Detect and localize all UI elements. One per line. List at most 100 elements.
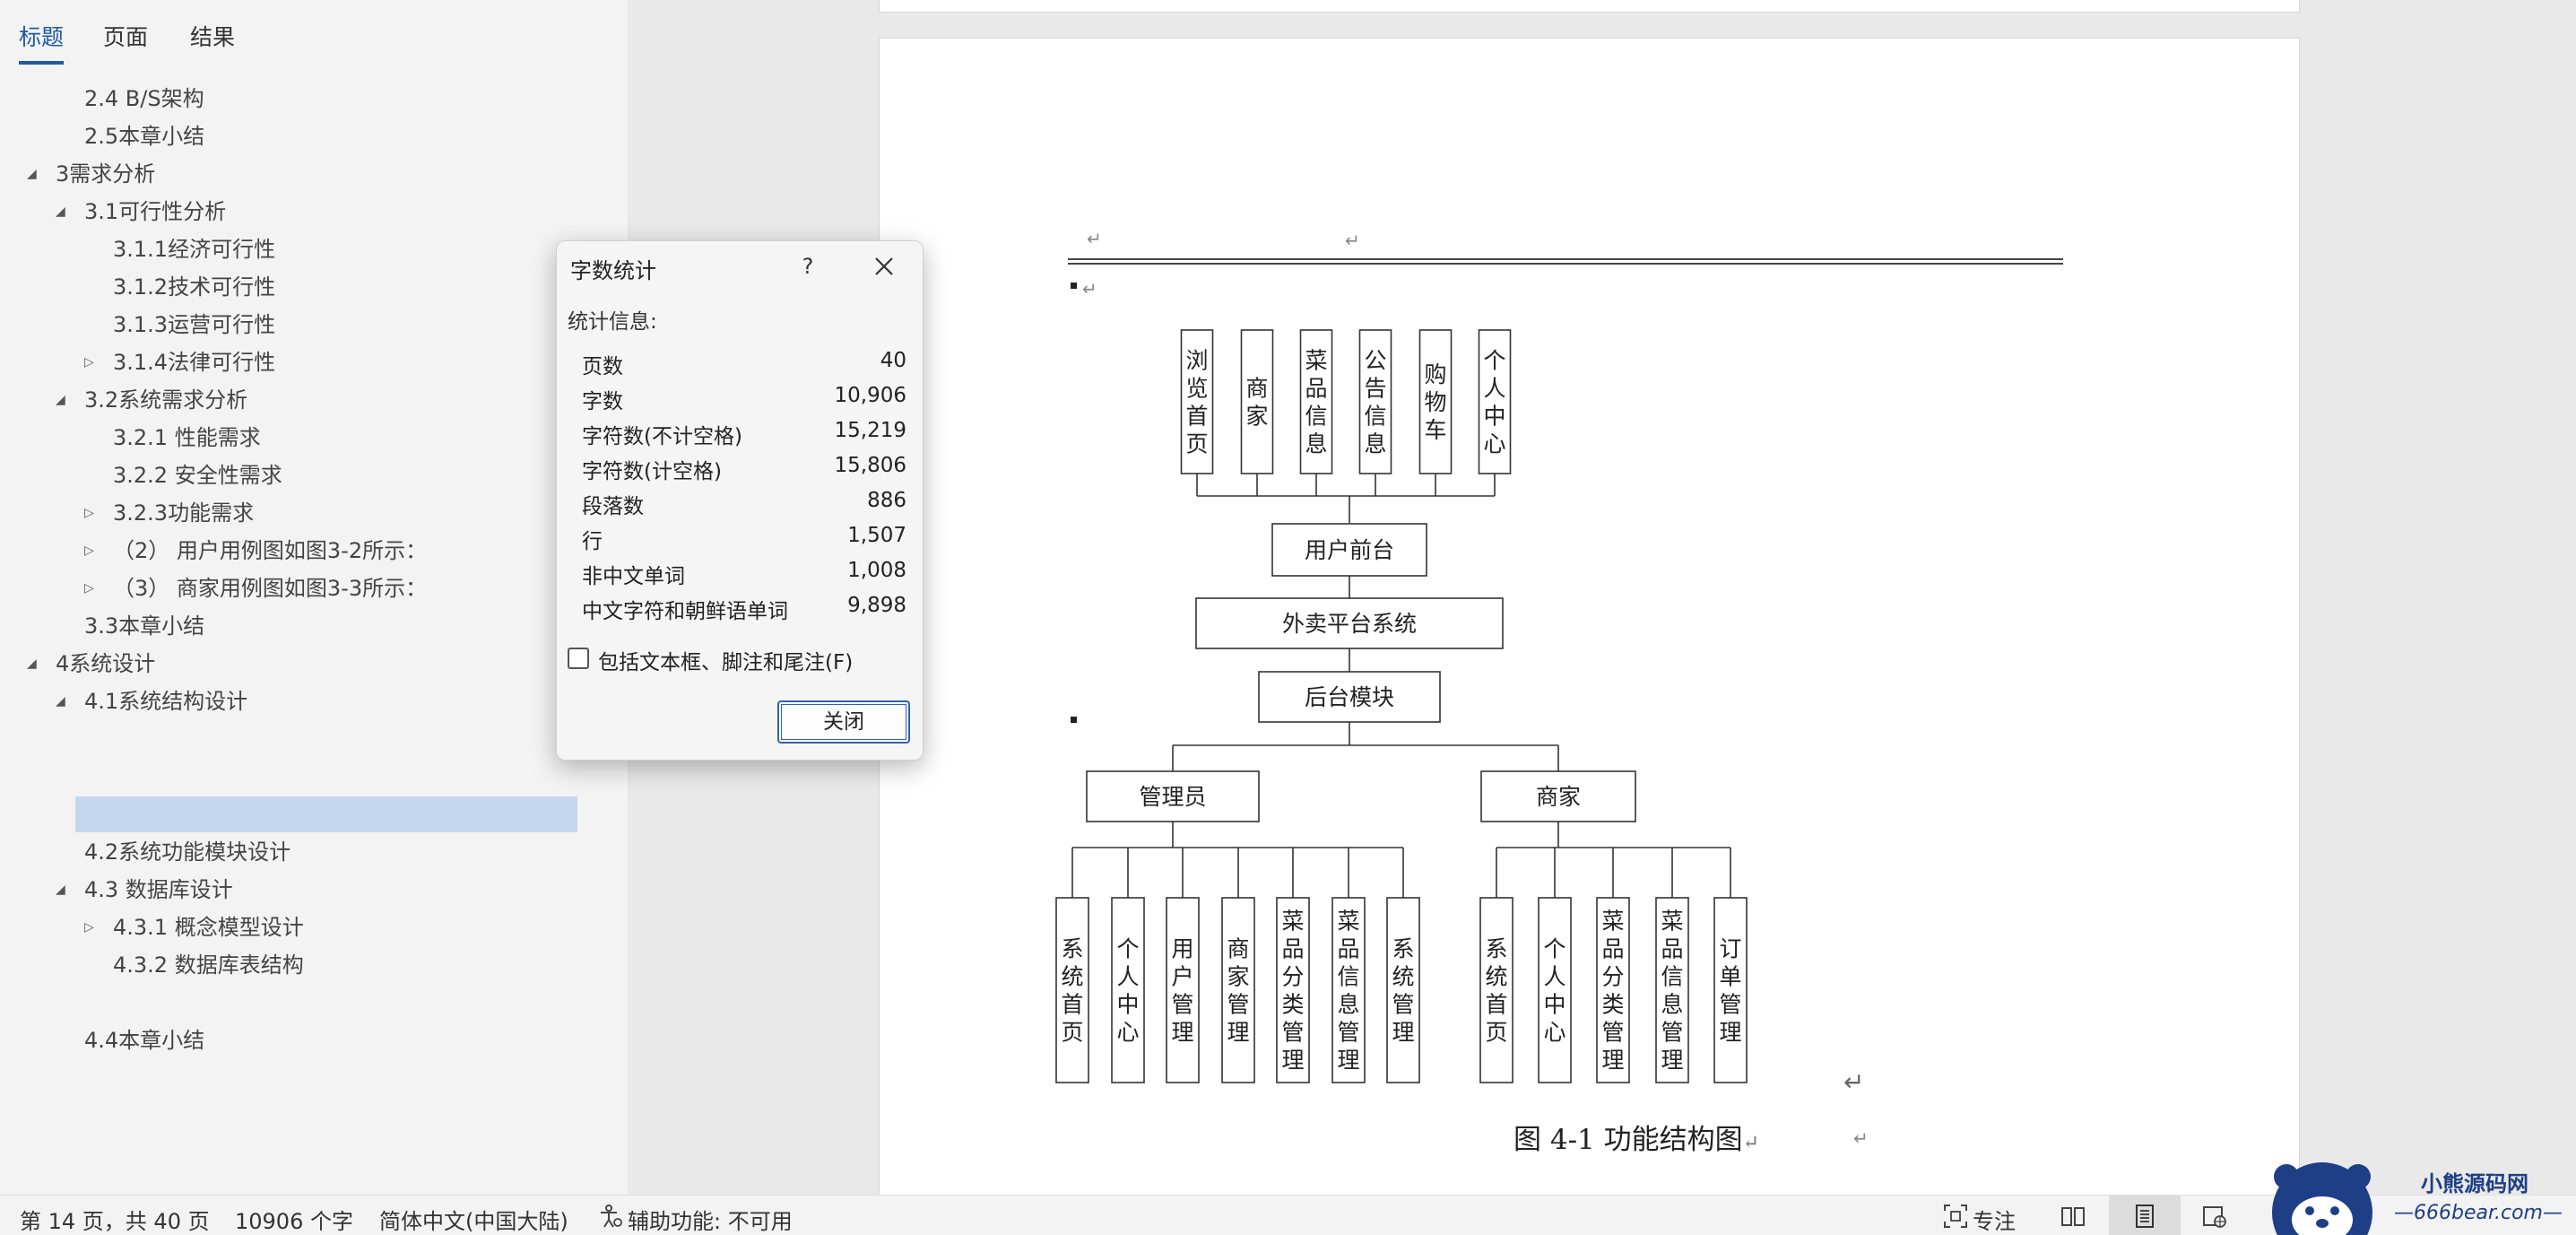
collapse-triangle-icon[interactable]: ◢ [27, 646, 37, 682]
tab-headings[interactable]: 标题 [19, 20, 64, 52]
collapse-triangle-icon[interactable]: ◢ [56, 872, 65, 908]
stat-row: 中文字符和朝鲜语单词 9,898 [582, 590, 906, 624]
front-module-box-char: 心 [1483, 431, 1505, 457]
nav-item-selected[interactable] [75, 796, 577, 832]
function-structure-diagram: ↵ ↵↵↵浏览首页商家菜品信息公告信息购物车个人中心用户前台外卖平台系统后台模块管… [1055, 228, 2063, 1149]
language-indicator[interactable]: 简体中文(中国大陆) [379, 1204, 568, 1235]
merchant-module-box [1538, 897, 1572, 1083]
nav-item[interactable]: 3.1.1经济可行性 [113, 231, 275, 267]
admin-module-box-char: 管 [1392, 992, 1414, 1018]
front-module-box-char: 息 [1305, 431, 1327, 457]
accessibility-status[interactable]: 辅助功能: 不可用 [628, 1204, 793, 1235]
merchant-module-box-char: 个 [1543, 936, 1566, 962]
collapse-triangle-icon[interactable]: ◢ [56, 382, 65, 418]
front-module-box-char: 浏 [1185, 348, 1208, 374]
admin-module-box-char: 菜 [1337, 909, 1359, 935]
admin-module-box-char: 息 [1337, 992, 1359, 1018]
stat-row: 非中文单词 1,008 [582, 555, 906, 589]
admin-module-box-char: 个 [1116, 936, 1139, 962]
nav-item[interactable]: 3.1可行性分析 [84, 194, 226, 230]
collapse-triangle-icon[interactable]: ◢ [27, 156, 37, 192]
focus-icon [1944, 1205, 1967, 1228]
collapse-triangle-icon[interactable]: ◢ [56, 194, 65, 230]
nav-item[interactable]: 4.4本章小结 [84, 1022, 204, 1058]
admin-module-box-char: 理 [1337, 1048, 1359, 1074]
expand-triangle-icon[interactable]: ▷ [84, 570, 94, 606]
front-module-box [1240, 329, 1274, 474]
nav-item[interactable]: 4.2系统功能模块设计 [84, 834, 291, 870]
stat-value: 15,806 [834, 454, 906, 477]
admin-module-box-char: 商 [1227, 936, 1249, 962]
nav-item[interactable]: 3.1.4法律可行性 [113, 344, 275, 380]
dialog-titlebar[interactable]: 字数统计 ? [557, 241, 923, 293]
expand-triangle-icon[interactable]: ▷ [84, 344, 94, 380]
front-module-box-char: 中 [1483, 404, 1505, 430]
stat-row: 字数 10,906 [582, 380, 906, 414]
merchant-module-box-char: 首 [1485, 992, 1507, 1018]
tab-pages[interactable]: 页面 [103, 20, 148, 52]
expand-triangle-icon[interactable]: ▷ [84, 533, 94, 569]
nav-item[interactable]: 3.1.2技术可行性 [113, 269, 275, 305]
admin-module-box-char: 心 [1116, 1020, 1139, 1046]
merchant-module-box-char: 管 [1601, 1020, 1624, 1046]
front-module-box-char: 息 [1364, 431, 1386, 457]
admin-module-box-char: 理 [1281, 1048, 1304, 1074]
nav-item[interactable]: 3需求分析 [56, 156, 155, 192]
nav-item[interactable]: （3） 商家用例图如图3-3所示： [113, 570, 427, 606]
nav-item[interactable]: （2） 用户用例图如图3-2所示： [113, 533, 427, 569]
page-indicator[interactable]: 第 14 页，共 40 页 [20, 1204, 210, 1235]
nav-item[interactable]: 2.5本章小结 [84, 118, 204, 154]
nav-item[interactable]: 3.2.2 安全性需求 [113, 457, 282, 493]
admin-module-box-char: 户 [1171, 964, 1193, 990]
dialog-close-button[interactable] [866, 248, 902, 284]
admin-module-box [1386, 897, 1420, 1083]
nav-item[interactable]: 4.3 数据库设计 [84, 872, 233, 908]
merchant-module-box-char: 理 [1719, 1020, 1741, 1046]
nav-item[interactable]: 4系统设计 [56, 646, 155, 682]
nav-item[interactable]: 4.3.1 概念模型设计 [113, 909, 304, 945]
read-mode-icon[interactable] [2060, 1203, 2086, 1230]
help-button[interactable]: ? [790, 248, 826, 284]
merchant-module-box-char: 菜 [1601, 909, 1624, 935]
nav-item[interactable]: 3.2.1 性能需求 [113, 420, 261, 456]
stat-row: 字符数(计空格) 15,806 [582, 450, 906, 484]
statistics-heading: 统计信息: [568, 310, 657, 334]
stat-label: 段落数 [582, 495, 644, 518]
system-box-label: 外卖平台系统 [1282, 611, 1417, 637]
nav-item[interactable]: 4.1系统结构设计 [84, 683, 247, 719]
nav-item[interactable]: 4.3.2 数据库表结构 [113, 947, 304, 983]
nav-item[interactable]: 2.4 B/S架构 [84, 81, 204, 117]
admin-module-box-char: 页 [1061, 1020, 1083, 1046]
expand-triangle-icon[interactable]: ▷ [84, 495, 94, 531]
print-layout-icon[interactable] [2131, 1203, 2158, 1230]
admin-module-box-char: 信 [1337, 964, 1359, 990]
front-module-box-char: 告 [1364, 376, 1386, 402]
include-textboxes-checkbox[interactable] [568, 648, 589, 669]
stat-value: 886 [867, 489, 906, 512]
focus-mode-button[interactable]: 专注 [1973, 1204, 2016, 1235]
expand-triangle-icon[interactable]: ▷ [84, 909, 94, 945]
close-icon [875, 257, 893, 275]
nav-item[interactable]: 3.2.3功能需求 [113, 495, 254, 531]
collapse-triangle-icon[interactable]: ◢ [56, 683, 65, 719]
document-page[interactable]: ↵ ↵ ↵ ↵ 浏览首页商家菜品信息公告信息购物车个人中心用户前台 外卖平台系统 后台模块管… [879, 38, 2300, 1222]
close-button[interactable]: 关闭 [777, 700, 910, 744]
tab-results[interactable]: 结果 [190, 20, 235, 52]
front-module-box-char: 公 [1364, 348, 1386, 374]
navigation-pane: 标题 页面 结果 2.4 B/S架构 2.5本章小结 ◢ 3需求分析 ◢ 3.1… [0, 0, 628, 1195]
nav-item[interactable]: 3.2系统需求分析 [84, 382, 247, 418]
admin-module-box-char: 理 [1171, 1020, 1193, 1046]
include-textboxes-label: 包括文本框、脚注和尾注(F) [598, 651, 854, 674]
word-count-indicator[interactable]: 10906 个字 [235, 1204, 353, 1235]
front-module-box-char: 菜 [1305, 348, 1327, 374]
nav-item[interactable]: 3.1.3运营可行性 [113, 307, 275, 343]
front-module-box-char: 品 [1305, 376, 1327, 402]
web-layout-icon[interactable] [2201, 1203, 2228, 1230]
front-module-box-char: 购 [1424, 361, 1446, 387]
merchant-module-box-char: 菜 [1661, 909, 1683, 935]
admin-module-box-char: 系 [1392, 936, 1414, 962]
merchant-module-box-char: 品 [1661, 936, 1683, 962]
merchant-module-box-char: 系 [1485, 936, 1507, 962]
nav-item[interactable]: 3.3本章小结 [84, 608, 204, 644]
front-module-box-char: 人 [1483, 376, 1505, 402]
